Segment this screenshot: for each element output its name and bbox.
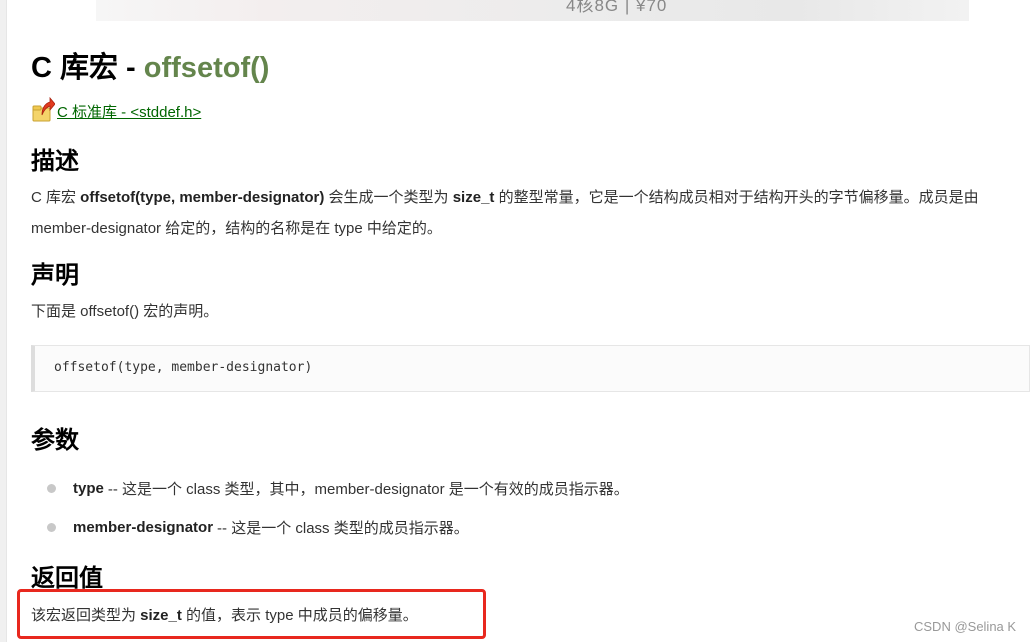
return-value-heading: 返回值 — [31, 565, 103, 592]
top-banner-text: 4核8G | ¥70 — [566, 0, 668, 15]
page-title-main: C 库宏 - — [31, 52, 144, 84]
red-highlight-box — [17, 589, 486, 639]
bullet-icon — [47, 523, 56, 532]
declaration-heading: 声明 — [31, 262, 79, 289]
left-border — [0, 0, 7, 642]
parameter-list: type -- 这是一个 class 类型，其中，member-designat… — [44, 469, 629, 547]
code-line: offsetof(type, member-designator) — [54, 360, 313, 375]
param-desc: -- 这是一个 class 类型的成员指示器。 — [217, 520, 469, 537]
param-name: member-designator — [73, 519, 214, 536]
back-arrow-folder-icon — [31, 95, 56, 123]
back-to-stddef-link[interactable]: C 标准库 - <stddef.h> — [31, 93, 201, 123]
description-text-part: C 库宏 — [31, 189, 81, 206]
list-item: member-designator -- 这是一个 class 类型的成员指示器… — [44, 508, 629, 547]
list-item: type -- 这是一个 class 类型，其中，member-designat… — [44, 469, 629, 508]
description-heading: 描述 — [31, 148, 79, 175]
description-text-line2: member-designator 给定的，结构的名称是在 type 中给定的。 — [31, 220, 442, 237]
csdn-watermark: CSDN @Selina K — [914, 619, 1017, 634]
description-text-part: 的整型常量，它是一个结构成员相对于结构开头的字节偏移量。成员是由 — [494, 189, 979, 206]
description-bold-size-t: size_t — [452, 189, 495, 206]
parameters-heading: 参数 — [31, 427, 79, 454]
code-block[interactable]: offsetof(type, member-designator) — [31, 345, 1030, 392]
top-banner-image[interactable]: 4核8G | ¥70 — [96, 0, 969, 21]
description-bold-offsetof: offsetof(type, member-designator) — [80, 189, 325, 206]
page-title-accent: offsetof() — [143, 52, 270, 84]
declaration-intro: 下面是 offsetof() 宏的声明。 — [31, 303, 219, 320]
page: 4核8G | ¥70 C 库宏 - offsetof() C 标准库 - <st… — [0, 0, 1033, 642]
description-text: C 库宏 offsetof(type, member-designator) 会… — [31, 182, 1026, 244]
bullet-icon — [47, 484, 56, 493]
page-title: C 库宏 - offsetof() — [31, 44, 269, 86]
description-text-part: 会生成一个类型为 — [324, 189, 453, 206]
back-link-label: C 标准库 - <stddef.h> — [57, 104, 202, 121]
param-desc: -- 这是一个 class 类型，其中，member-designator 是一… — [107, 481, 629, 498]
param-name: type — [73, 480, 104, 497]
